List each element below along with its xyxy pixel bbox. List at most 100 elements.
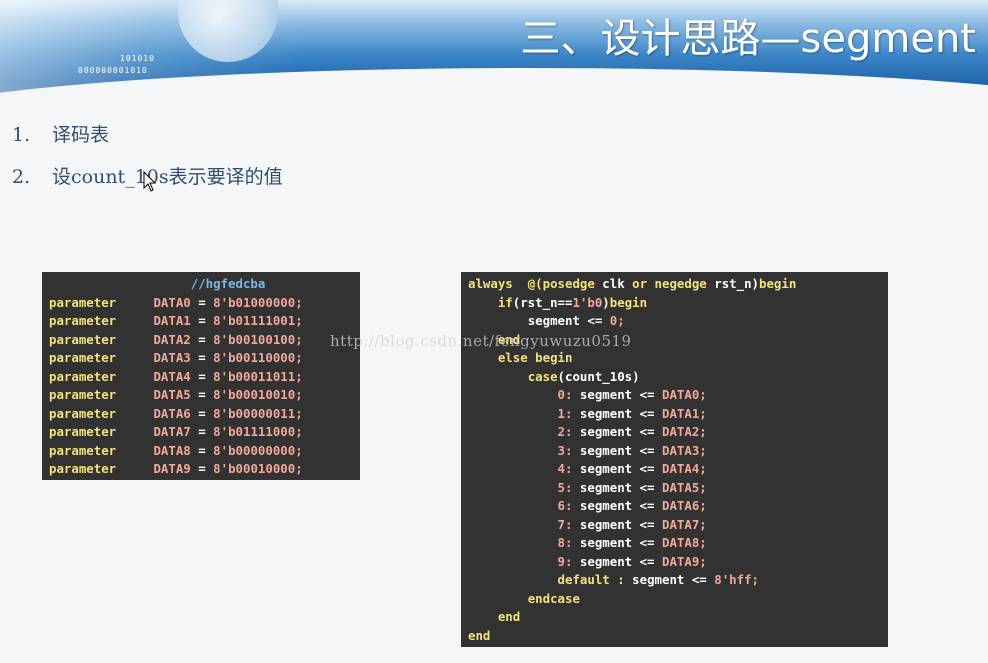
list-item-number: 1.: [12, 124, 31, 146]
always-block-code: always @(posedge clk or negedge rst_n)be…: [461, 272, 888, 647]
code-literal: DATA4;: [662, 461, 707, 476]
code-identifier: DATA2: [153, 331, 191, 347]
code-literal: DATA0;: [662, 387, 707, 402]
code-keyword: case: [527, 368, 558, 384]
code-identifier: segment <=: [579, 516, 655, 532]
code-line: 7: segment <= DATA7;: [468, 516, 888, 535]
code-keyword: parameter: [49, 294, 117, 310]
code-line: parameter DATA5 = 8'b00010010;: [49, 387, 303, 402]
code-keyword: @(: [527, 276, 543, 291]
code-keyword: begin: [759, 276, 797, 291]
code-identifier: segment <=: [579, 535, 655, 550]
code-identifier: segment <=: [527, 313, 603, 328]
code-literal: 5:: [557, 479, 573, 495]
list-item-number: 2.: [12, 166, 31, 188]
code-literal: 4:: [557, 461, 573, 476]
code-literal: 9:: [557, 553, 573, 569]
code-identifier: DATA0: [153, 294, 191, 310]
code-identifier: segment <=: [579, 553, 655, 569]
code-line: parameter DATA1 = 8'b01111001;: [49, 313, 303, 328]
code-line: always @(posedge clk or negedge rst_n)be…: [468, 275, 888, 294]
code-literal: DATA3;: [662, 442, 707, 458]
code-line: 2: segment <= DATA2;: [468, 423, 888, 442]
code-literal: 8'b00000000;: [213, 442, 303, 458]
code-keyword: parameter: [49, 424, 117, 439]
code-line: parameter DATA3 = 8'b00110000;: [49, 350, 303, 365]
code-line: else begin: [468, 349, 888, 368]
code-literal: 8'b00010000;: [213, 461, 303, 476]
code-literal: DATA2;: [662, 424, 707, 439]
code-keyword: endcase: [527, 590, 580, 606]
code-identifier: (rst_n==: [512, 294, 573, 310]
code-keyword: if: [497, 294, 513, 310]
code-literal: 8'hff;: [714, 572, 759, 587]
code-line: 0: segment <= DATA0;: [468, 386, 888, 405]
code-keyword: :: [617, 572, 625, 587]
code-keyword: or: [632, 276, 648, 291]
code-line: parameter DATA8 = 8'b00000000;: [49, 442, 303, 458]
code-keyword: end: [468, 627, 491, 643]
code-literal: 8'b00010010;: [213, 387, 303, 402]
code-line: 8: segment <= DATA8;: [468, 534, 888, 553]
code-literal: DATA1;: [662, 405, 707, 421]
code-literal: 3:: [557, 442, 573, 458]
code-identifier: segment <=: [632, 572, 707, 587]
code-line: endcase: [468, 590, 888, 609]
code-keyword: default: [557, 572, 610, 587]
code-line: parameter DATA0 = 8'b01000000;: [49, 294, 303, 310]
code-literal: 8'b01111000;: [213, 424, 303, 439]
code-keyword: parameter: [49, 442, 117, 458]
code-line: parameter DATA7 = 8'b01111000;: [49, 424, 303, 439]
code-identifier: segment <=: [579, 479, 655, 495]
code-identifier: segment <=: [579, 461, 655, 476]
code-line: end: [468, 608, 888, 627]
code-identifier: DATA7: [153, 424, 191, 439]
code-line: 5: segment <= DATA5;: [468, 479, 888, 498]
code-identifier: segment <=: [579, 424, 655, 439]
list-item: 1. 译码表: [12, 120, 109, 147]
parameter-code-block: //hgfedcba parameter DATA0 = 8'b01000000;…: [42, 272, 360, 480]
code-literal: DATA7;: [662, 516, 707, 532]
code-keyword: parameter: [49, 387, 117, 402]
code-literal: 6:: [557, 498, 573, 513]
code-line: 1: segment <= DATA1;: [468, 405, 888, 424]
code-literal: 8:: [557, 535, 573, 550]
code-literal: DATA5;: [662, 479, 707, 495]
code-keyword: parameter: [49, 405, 117, 421]
code-identifier: clk: [602, 276, 625, 291]
code-line: end: [468, 627, 888, 646]
watermark-url: http://blog.csdn.net/fengyuwuzu0519: [330, 332, 632, 350]
code-line: segment <= 0;: [468, 312, 888, 331]
code-line: if(rst_n==1'b0)begin: [468, 294, 888, 313]
code-literal: 0:: [557, 387, 573, 402]
code-keyword: begin: [535, 350, 573, 365]
code-literal: 0;: [609, 313, 625, 328]
code-identifier: segment <=: [579, 405, 655, 421]
code-identifier: DATA8: [153, 442, 191, 458]
code-keyword: end: [497, 609, 521, 624]
binary-decoration-line: 101010: [120, 54, 155, 63]
code-identifier: DATA9: [153, 461, 191, 476]
code-identifier: rst_n): [714, 276, 759, 291]
code-line: parameter DATA6 = 8'b00000011;: [49, 405, 303, 421]
binary-decoration-line: 000000001010: [78, 66, 148, 75]
code-line: case(count_10s): [468, 368, 888, 387]
code-line: //hgfedcba: [49, 275, 360, 294]
code-literal: 1:: [557, 405, 573, 421]
code-identifier: segment <=: [579, 442, 655, 458]
code-comment: //hgfedcba: [190, 276, 266, 291]
code-keyword: parameter: [49, 331, 117, 347]
code-keyword: else: [497, 350, 528, 365]
code-line: 3: segment <= DATA3;: [468, 442, 888, 461]
code-literal: 1'b0: [572, 294, 603, 310]
list-item-text: 设count_10s表示要译的值: [52, 166, 283, 188]
code-identifier: DATA1: [153, 313, 191, 328]
code-literal: 8'b00000011;: [213, 405, 303, 421]
list-item-text: 译码表: [52, 124, 110, 146]
code-literal: 8'b00110000;: [213, 350, 303, 365]
code-literal: DATA6;: [662, 498, 707, 513]
code-line: parameter DATA2 = 8'b00100100;: [49, 331, 303, 347]
code-identifier: ): [602, 294, 610, 310]
code-literal: 8'b01111001;: [213, 313, 303, 328]
code-line: 4: segment <= DATA4;: [468, 460, 888, 479]
